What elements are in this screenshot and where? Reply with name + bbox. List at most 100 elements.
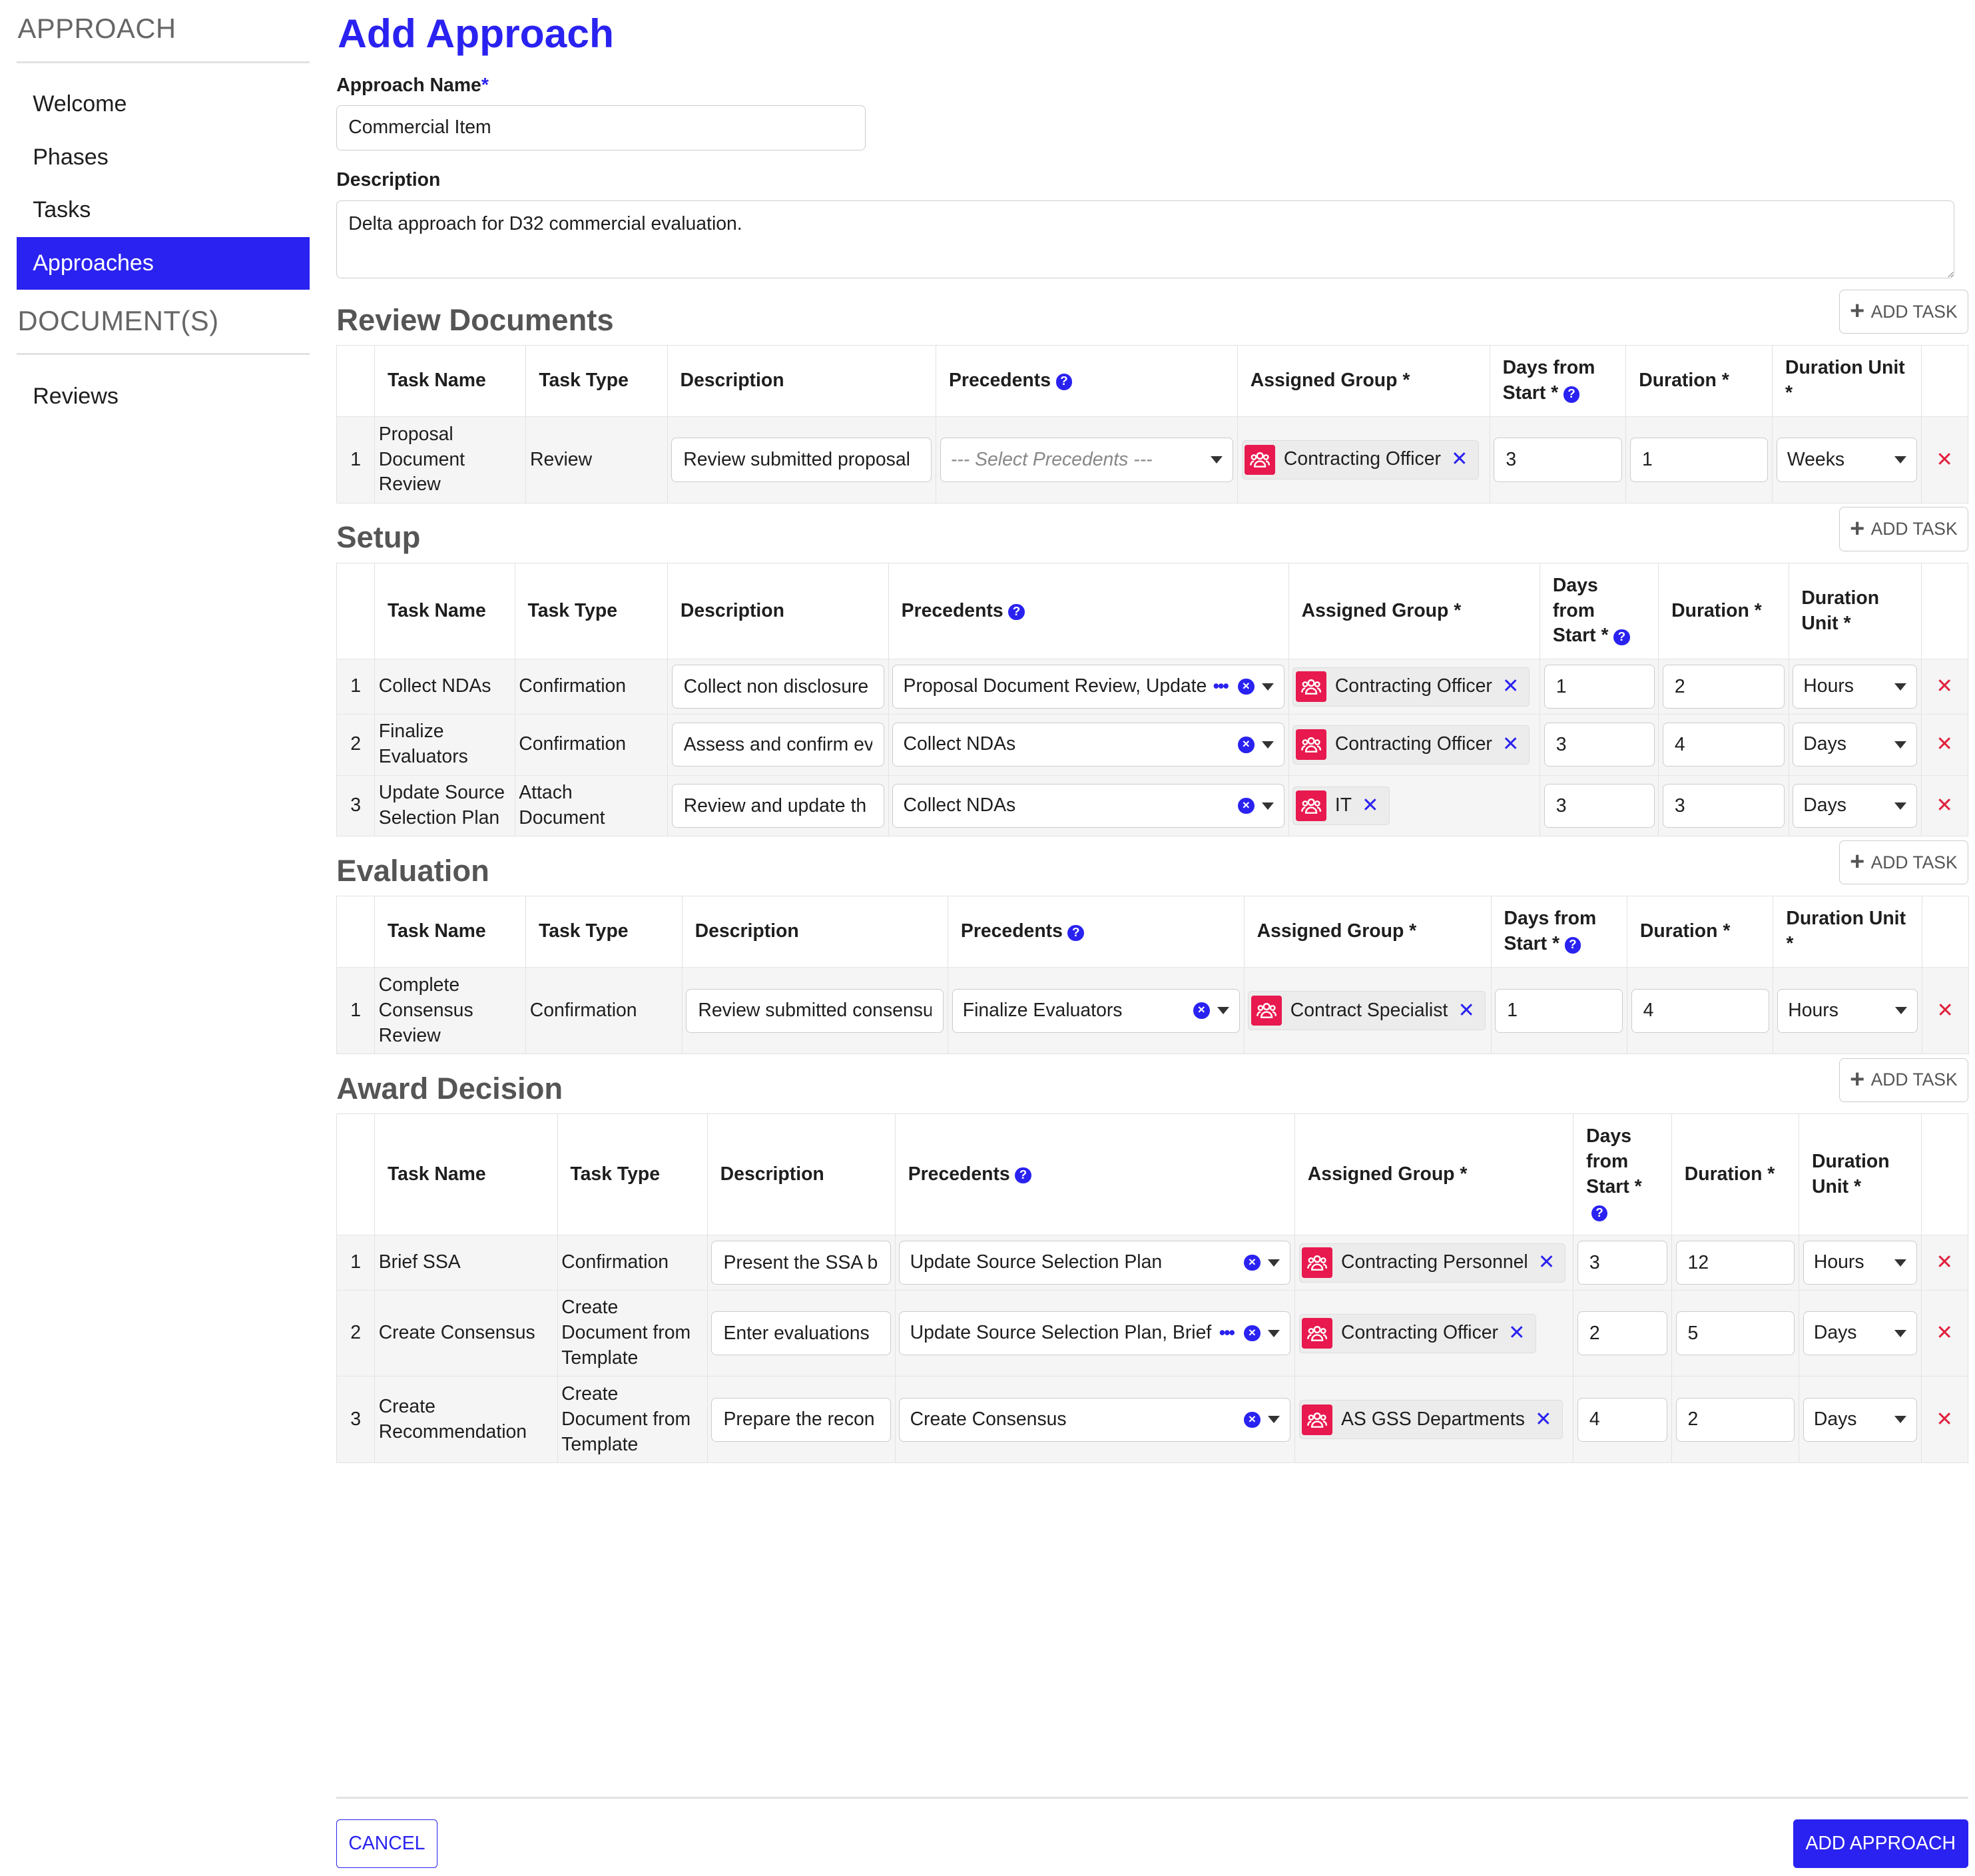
x-icon[interactable]: ✕: [1502, 732, 1519, 757]
duration-input[interactable]: [1675, 1241, 1795, 1285]
x-icon[interactable]: ✕: [1538, 1250, 1555, 1275]
section-header: Evaluation + ADD TASK: [336, 840, 1968, 895]
duration-input[interactable]: [1675, 1397, 1795, 1442]
cancel-button[interactable]: CANCEL: [336, 1819, 437, 1869]
clear-circle-icon[interactable]: ×: [1237, 797, 1255, 814]
sidebar-item-phases[interactable]: Phases: [17, 131, 310, 184]
question-circle-icon[interactable]: ?: [1067, 924, 1085, 942]
header-duration-unit: Duration Unit *: [1772, 345, 1922, 417]
duration-unit-select[interactable]: Weeks: [1776, 438, 1917, 482]
header-precedents: Precedents?: [895, 1113, 1295, 1235]
clear-circle-icon[interactable]: ×: [1193, 1002, 1210, 1019]
question-circle-icon[interactable]: ?: [1591, 1205, 1608, 1222]
precedents-select[interactable]: Collect NDAs ×: [892, 723, 1285, 767]
task-description-input[interactable]: [671, 783, 885, 828]
group-label: Contract Specialist: [1290, 999, 1448, 1021]
add-task-button[interactable]: + ADD TASK: [1838, 1058, 1968, 1102]
delete-x-icon[interactable]: ✕: [1925, 1250, 1964, 1275]
task-description-input[interactable]: [686, 988, 944, 1033]
add-approach-button[interactable]: ADD APPROACH: [1793, 1819, 1968, 1869]
duration-unit-select[interactable]: Hours: [1777, 988, 1918, 1033]
delete-x-icon[interactable]: ✕: [1925, 793, 1964, 818]
delete-x-icon[interactable]: ✕: [1925, 448, 1964, 473]
duration-input[interactable]: [1675, 1311, 1795, 1356]
x-icon[interactable]: ✕: [1535, 1407, 1552, 1432]
task-description-input[interactable]: [671, 665, 885, 709]
delete-x-icon[interactable]: ✕: [1925, 1321, 1964, 1346]
duration-input[interactable]: [1631, 988, 1769, 1033]
task-description-input[interactable]: [671, 438, 932, 482]
sidebar-item-reviews[interactable]: Reviews: [17, 370, 310, 423]
precedents-select[interactable]: Proposal Document Review, Update ••• ×: [892, 665, 1285, 709]
x-icon[interactable]: ✕: [1362, 793, 1378, 818]
chevron-down-icon: [1894, 1259, 1906, 1267]
duration-input[interactable]: [1662, 783, 1785, 828]
users-icon: [1302, 1318, 1332, 1349]
days-from-start-input[interactable]: [1544, 723, 1655, 767]
x-icon[interactable]: ✕: [1508, 1321, 1525, 1346]
duration-input[interactable]: [1662, 665, 1785, 709]
task-description-input[interactable]: [711, 1311, 892, 1356]
delete-cell: ✕: [1922, 967, 1969, 1054]
delete-x-icon[interactable]: ✕: [1925, 732, 1964, 757]
days-from-start-input[interactable]: [1577, 1241, 1668, 1285]
task-name: Update Source Selection Plan: [374, 775, 515, 836]
delete-x-icon[interactable]: ✕: [1926, 998, 1964, 1024]
duration-unit-select[interactable]: Days: [1803, 1311, 1917, 1356]
page-title: Add Approach: [338, 11, 614, 57]
clear-circle-icon[interactable]: ×: [1244, 1325, 1261, 1342]
duration-input[interactable]: [1629, 438, 1769, 482]
precedents-select[interactable]: --- Select Precedents ---: [940, 438, 1234, 482]
question-circle-icon[interactable]: ?: [1613, 629, 1630, 646]
precedents-select[interactable]: Update Source Selection Plan ×: [899, 1241, 1291, 1285]
assigned-group-cell: Contracting Officer ✕: [1237, 416, 1490, 503]
clear-circle-icon[interactable]: ×: [1244, 1411, 1261, 1428]
task-description-input[interactable]: [671, 723, 885, 767]
precedents-select[interactable]: Collect NDAs ×: [892, 783, 1285, 828]
duration-input[interactable]: [1662, 723, 1785, 767]
header-label: Days from Start *: [1586, 1125, 1642, 1197]
add-task-button[interactable]: + ADD TASK: [1838, 840, 1968, 885]
header-row: Task Name Task Type Description Precedents?…: [336, 345, 1968, 417]
duration-unit-select[interactable]: Hours: [1803, 1241, 1917, 1285]
add-task-label: ADD TASK: [1870, 1070, 1958, 1090]
clear-circle-icon[interactable]: ×: [1237, 678, 1255, 695]
days-from-start-input[interactable]: [1495, 988, 1623, 1033]
sidebar-item-approaches[interactable]: Approaches: [16, 236, 310, 290]
delete-x-icon[interactable]: ✕: [1925, 674, 1964, 699]
question-circle-icon[interactable]: ?: [1563, 386, 1580, 403]
sidebar-item-tasks[interactable]: Tasks: [17, 184, 310, 236]
days-from-start-input[interactable]: [1577, 1397, 1668, 1442]
chevron-down-icon: [1268, 1416, 1280, 1423]
question-circle-icon[interactable]: ?: [1564, 937, 1581, 954]
add-task-button[interactable]: + ADD TASK: [1838, 289, 1968, 334]
question-circle-icon[interactable]: ?: [1015, 1167, 1031, 1184]
precedents-select[interactable]: Create Consensus ×: [899, 1397, 1291, 1442]
question-circle-icon[interactable]: ?: [1055, 374, 1073, 390]
delete-x-icon[interactable]: ✕: [1925, 1407, 1964, 1432]
duration-unit-select[interactable]: Days: [1803, 1397, 1917, 1442]
days-from-start-input[interactable]: [1544, 783, 1655, 828]
task-description-input[interactable]: [711, 1241, 892, 1285]
description-textarea[interactable]: Delta approach for D32 commercial evalua…: [336, 200, 1954, 278]
duration-unit-select[interactable]: Hours: [1793, 665, 1917, 709]
question-circle-icon[interactable]: ?: [1008, 603, 1025, 621]
approach-name-input[interactable]: [336, 105, 866, 151]
duration-unit-select[interactable]: Days: [1793, 723, 1917, 767]
add-task-button[interactable]: + ADD TASK: [1838, 507, 1968, 551]
sidebar-item-welcome[interactable]: Welcome: [17, 78, 310, 131]
days-from-start-input[interactable]: [1544, 665, 1655, 709]
task-description-input[interactable]: [711, 1397, 892, 1442]
x-icon[interactable]: ✕: [1451, 447, 1468, 472]
assigned-group-cell: IT ✕: [1288, 775, 1541, 836]
duration-unit-select[interactable]: Days: [1793, 783, 1917, 828]
days-from-start-input[interactable]: [1577, 1311, 1668, 1356]
precedents-select[interactable]: Update Source Selection Plan, Brief ••• ×: [899, 1311, 1291, 1356]
x-icon[interactable]: ✕: [1458, 998, 1474, 1024]
clear-circle-icon[interactable]: ×: [1244, 1254, 1261, 1271]
precedents-select[interactable]: Finalize Evaluators ×: [952, 988, 1240, 1033]
x-icon[interactable]: ✕: [1502, 674, 1519, 699]
days-from-start-input[interactable]: [1494, 438, 1622, 482]
clear-circle-icon[interactable]: ×: [1237, 736, 1255, 753]
description-cell: [667, 416, 937, 503]
